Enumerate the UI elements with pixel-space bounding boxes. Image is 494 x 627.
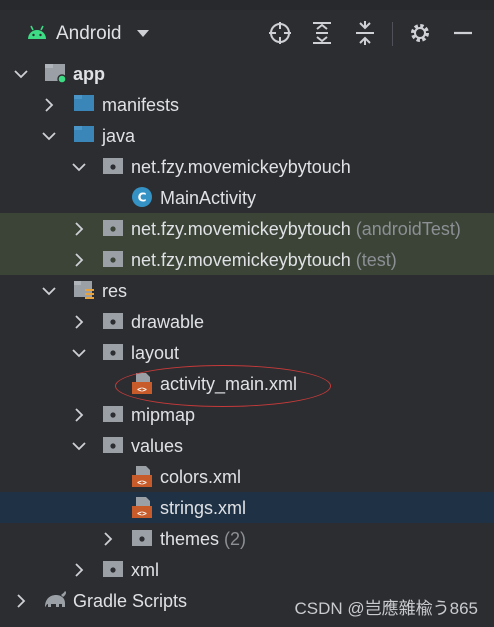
svg-text:<>: <>: [137, 478, 147, 487]
svg-text:C: C: [138, 191, 147, 205]
themes-count: (2): [224, 528, 247, 549]
toolbar-top-strip: [0, 0, 494, 10]
tree-item-activity-main-xml[interactable]: <> activity_main.xml: [0, 368, 494, 399]
package-icon: [102, 311, 124, 333]
tree-label-layout: layout: [131, 342, 180, 363]
project-view-label: Android: [56, 23, 122, 44]
package-icon: [102, 156, 124, 178]
tree-label-mipmap: mipmap: [131, 404, 196, 425]
resource-folder-icon: [73, 279, 95, 301]
tree-item-strings-xml[interactable]: <> strings.xml: [0, 492, 494, 523]
tree-item-app[interactable]: app: [0, 58, 494, 89]
package-icon: [102, 404, 124, 426]
tree-label-app: app: [73, 63, 106, 84]
tree-label-themes: themes (2): [160, 528, 246, 550]
module-folder-icon: [44, 62, 67, 84]
tree-label-package: net.fzy.movemickeybytouch: [131, 156, 351, 177]
xml-file-icon: <>: [131, 372, 153, 394]
xml-file-icon: <>: [131, 465, 153, 487]
tree-label-java: java: [102, 125, 136, 146]
chevron-right-icon[interactable]: [72, 314, 86, 329]
chevron-down-icon[interactable]: [42, 284, 56, 298]
package-icon: [102, 559, 124, 581]
tree-item-java[interactable]: java: [0, 120, 494, 151]
package-name: net.fzy.movemickeybytouch: [131, 218, 351, 239]
tree-item-manifests[interactable]: manifests: [0, 89, 494, 120]
tree-label-gradle-scripts: Gradle Scripts: [73, 590, 188, 611]
folder-icon: [73, 124, 95, 146]
collapse-all-icon[interactable]: [352, 20, 378, 46]
package-icon: [102, 342, 124, 364]
chevron-right-icon[interactable]: [101, 531, 115, 546]
source-set-suffix: (test): [355, 249, 397, 270]
tree-item-package-test[interactable]: net.fzy.movemickeybytouch (test): [0, 244, 494, 275]
svg-text:<>: <>: [137, 509, 147, 518]
tree-label-res: res: [102, 280, 128, 301]
project-view-selector[interactable]: Android: [26, 20, 150, 48]
tree-label-drawable: drawable: [131, 311, 205, 332]
tree-item-main-activity[interactable]: C MainActivity: [0, 182, 494, 213]
tree-item-layout[interactable]: layout: [0, 337, 494, 368]
android-icon: [26, 24, 48, 45]
chevron-right-icon[interactable]: [72, 221, 86, 236]
themes-name: themes: [160, 528, 220, 549]
chevron-down-icon[interactable]: [42, 129, 56, 143]
minimize-icon[interactable]: [450, 20, 476, 46]
tree-label-package-test: net.fzy.movemickeybytouch (test): [131, 249, 397, 271]
chevron-down-icon[interactable]: [14, 67, 28, 81]
chevron-right-icon[interactable]: [72, 562, 86, 577]
tree-label-xml: xml: [131, 559, 159, 580]
tree-item-xml[interactable]: xml: [0, 554, 494, 585]
tree-item-themes[interactable]: themes (2): [0, 523, 494, 554]
tree-item-mipmap[interactable]: mipmap: [0, 399, 494, 430]
tree-item-package-android-test[interactable]: net.fzy.movemickeybytouch (androidTest): [0, 213, 494, 244]
locate-icon[interactable]: [267, 20, 293, 46]
chevron-right-icon[interactable]: [72, 407, 86, 422]
tree-label-strings: strings.xml: [160, 497, 247, 518]
tree-label-values: values: [131, 435, 184, 456]
xml-file-icon: <>: [131, 496, 153, 518]
chevron-right-icon[interactable]: [42, 97, 56, 112]
chevron-right-icon[interactable]: [14, 593, 28, 608]
chevron-down-icon: [136, 25, 150, 43]
tree-item-drawable[interactable]: drawable: [0, 306, 494, 337]
source-set-suffix: (androidTest): [355, 218, 461, 239]
package-name: net.fzy.movemickeybytouch: [131, 249, 351, 270]
tree-label-activity-main: activity_main.xml: [160, 373, 298, 394]
tree-label-package-android-test: net.fzy.movemickeybytouch (androidTest): [131, 218, 461, 240]
package-icon: [102, 249, 124, 271]
project-toolbar: Android: [0, 0, 494, 56]
chevron-right-icon[interactable]: [72, 252, 86, 267]
gradle-elephant-icon: [42, 589, 68, 611]
tree-item-colors-xml[interactable]: <> colors.xml: [0, 461, 494, 492]
chevron-down-icon[interactable]: [72, 439, 86, 453]
tree-label-colors: colors.xml: [160, 466, 242, 487]
package-icon: [102, 435, 124, 457]
toolbar-divider: [392, 22, 393, 46]
expand-all-icon[interactable]: [309, 20, 335, 46]
tree-label-main-activity: MainActivity: [160, 187, 257, 208]
svg-text:<>: <>: [137, 385, 147, 394]
package-icon: [131, 528, 153, 550]
tree-item-res[interactable]: res: [0, 275, 494, 306]
package-icon: [102, 218, 124, 240]
folder-icon: [73, 93, 95, 115]
watermark: CSDN @岂應雜楡う865: [294, 599, 478, 618]
class-icon: C: [131, 186, 153, 208]
chevron-down-icon[interactable]: [72, 160, 86, 174]
tree-item-values[interactable]: values: [0, 430, 494, 461]
tree-item-package-main[interactable]: net.fzy.movemickeybytouch: [0, 151, 494, 182]
tree-label-manifests: manifests: [102, 94, 180, 115]
chevron-down-icon[interactable]: [72, 346, 86, 360]
gear-icon[interactable]: [407, 20, 433, 46]
